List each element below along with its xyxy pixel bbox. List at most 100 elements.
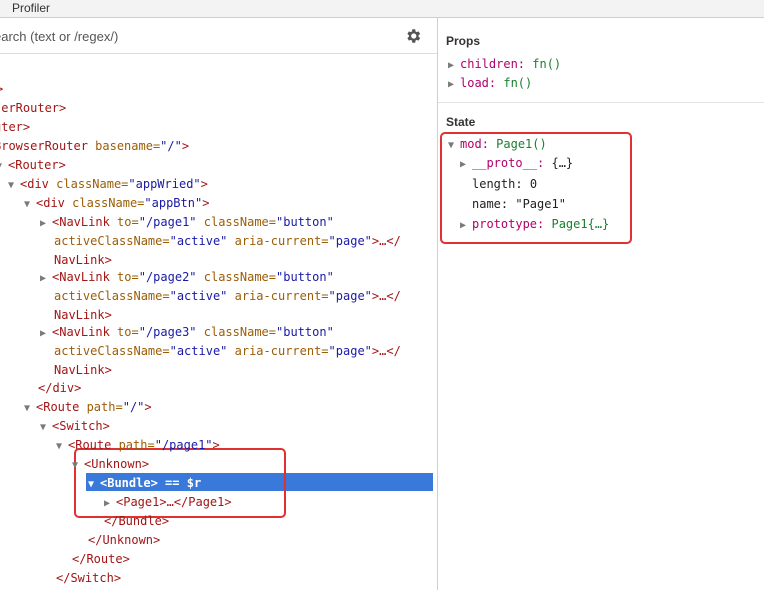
tag-name: BrowserRouter <box>0 139 88 153</box>
expand-arrow-icon[interactable]: ▶ <box>40 269 52 288</box>
tag-name: NavLink <box>54 253 105 267</box>
expand-arrow-icon[interactable]: ▶ <box>40 214 52 233</box>
tree-row[interactable]: ▼ <Unknown> <box>72 455 149 474</box>
tag-name: Bundle <box>107 476 151 490</box>
state-row-name: name: "Page1" <box>472 195 566 214</box>
tree-row[interactable]: activeClassName="active" aria-current="p… <box>54 342 401 361</box>
state-sep: : <box>537 217 552 231</box>
tree-row[interactable]: </Unknown> <box>88 531 160 550</box>
expand-arrow-icon[interactable]: ▶ <box>104 494 116 513</box>
tree-row[interactable]: ▶ <NavLink to="/page3" className="button" <box>40 323 334 342</box>
prop-row-children[interactable]: ▶ children: fn() <box>448 55 561 74</box>
state-row-mod[interactable]: ▼ mod: Page1() <box>448 135 547 154</box>
tag-bracket: </ <box>56 571 71 585</box>
tree-row[interactable]: > <box>0 80 3 99</box>
search-input[interactable] <box>0 27 374 45</box>
tag-close: > <box>153 533 161 547</box>
collapse-arrow-icon[interactable]: ▼ <box>72 456 84 475</box>
tag-name: NavLink <box>54 308 105 322</box>
tag-close: > <box>104 363 112 377</box>
state-sep: : <box>481 137 497 151</box>
collapse-arrow-icon[interactable]: ▼ <box>88 475 100 494</box>
collapse-arrow-icon[interactable]: ▼ <box>56 437 68 456</box>
tag-name: Route <box>43 400 80 414</box>
prop-value: fn() <box>532 57 562 71</box>
tree-row[interactable]: ▼ <Route path="/page1"> <box>56 436 220 455</box>
collapse-arrow-icon[interactable]: ▼ <box>24 399 36 418</box>
attr-value: "/page3" <box>138 325 197 339</box>
tag-name: Route <box>75 438 112 452</box>
state-row-proto[interactable]: ▶ __proto__: {…} <box>460 154 573 173</box>
tree-row[interactable]: ▼ <Switch> <box>40 417 110 436</box>
tag-close: > <box>144 400 152 414</box>
attr-name: className= <box>48 177 129 191</box>
tree-row[interactable]: </Switch> <box>56 569 121 588</box>
tab-profiler[interactable]: Profiler <box>12 0 50 16</box>
attr-name: path= <box>79 400 123 414</box>
expand-arrow-icon[interactable]: ▶ <box>460 155 472 174</box>
tree-row[interactable]: ▶ <NavLink to="/page2" className="button" <box>40 268 334 287</box>
tag-close: > <box>58 158 66 172</box>
state-key: mod <box>460 137 482 151</box>
tag-name: Switch <box>70 571 114 585</box>
tag-name: Switch <box>59 419 103 433</box>
attr-name: activeClassName= <box>54 344 170 358</box>
tree-row[interactable]: </Route> <box>72 550 130 569</box>
expand-arrow-icon[interactable]: ▶ <box>448 75 460 94</box>
attr-value: "page" <box>328 344 372 358</box>
tag-attributes: className="appWried" <box>49 177 201 191</box>
tree-row[interactable]: </Bundle> <box>104 512 169 531</box>
tag-close: > <box>22 120 31 134</box>
gear-icon[interactable] <box>404 27 422 45</box>
attr-value: "/page1" <box>154 438 213 452</box>
collapse-arrow-icon[interactable]: ▼ <box>448 136 460 155</box>
tree-row[interactable]: uter> <box>0 118 30 137</box>
tree-row[interactable]: NavLink> <box>54 361 112 380</box>
component-tree-pane: >serRouter>uter>BrowserRouter basename="… <box>0 18 437 590</box>
tree-row[interactable]: activeClassName="active" aria-current="p… <box>54 232 401 251</box>
tree-row[interactable]: ▼<Router> <box>0 156 66 175</box>
expand-arrow-icon[interactable]: ▶ <box>460 216 472 235</box>
attr-value: "active" <box>169 234 228 248</box>
tree-row[interactable]: ▶ <NavLink to="/page1" className="button" <box>40 213 334 232</box>
tree-row[interactable]: </div> <box>38 379 81 398</box>
tag-bracket: </ <box>104 514 119 528</box>
attr-name: aria-current= <box>227 289 329 303</box>
tree-row-selected[interactable]: ▼ <Bundle> == $r <box>88 474 201 493</box>
tag-close: > <box>122 552 130 566</box>
tree-row[interactable]: ▼ <div className="appBtn"> <box>24 194 209 213</box>
tag-bracket: </ <box>88 533 103 547</box>
tag-close: > <box>200 177 208 191</box>
tag-close: > == $r <box>150 476 202 490</box>
tag-close: > <box>102 419 110 433</box>
tag-name: uter <box>0 120 23 134</box>
attr-value: "active" <box>169 344 228 358</box>
tree-row[interactable]: serRouter> <box>0 99 66 118</box>
state-row-prototype[interactable]: ▶ prototype: Page1{…} <box>460 215 609 234</box>
prop-row-load[interactable]: ▶ load: fn() <box>448 74 532 93</box>
tree-row[interactable]: BrowserRouter basename="/"> <box>0 137 189 156</box>
tag-name: Unknown <box>102 533 154 547</box>
tree-row[interactable]: ▼ <Route path="/"> <box>24 398 152 417</box>
tag-close: > <box>59 101 67 115</box>
tag-attributes: basename="/" <box>88 139 182 153</box>
tag-name: Page1 <box>123 495 160 509</box>
tree-row[interactable]: activeClassName="active" aria-current="p… <box>54 287 401 306</box>
collapse-arrow-icon[interactable]: ▼ <box>8 176 20 195</box>
collapse-arrow-icon[interactable]: ▼ <box>40 418 52 437</box>
tag-close: > <box>113 571 122 585</box>
attr-value: "page" <box>328 289 372 303</box>
attr-name: className= <box>196 325 276 339</box>
tag-attributes: activeClassName="active" aria-current="p… <box>54 289 372 303</box>
expand-arrow-icon[interactable]: ▶ <box>448 56 460 75</box>
collapse-arrow-icon[interactable]: ▼ <box>0 157 8 176</box>
tag-attributes: to="/page2" className="button" <box>110 270 334 284</box>
tree-row[interactable]: ▶ <Page1>…</Page1> <box>104 493 232 512</box>
search-bar <box>0 18 437 54</box>
attr-value: "/" <box>160 139 182 153</box>
tag-attributes: to="/page1" className="button" <box>110 215 334 229</box>
collapse-arrow-icon[interactable]: ▼ <box>24 195 36 214</box>
tree-row[interactable]: ▼ <div className="appWried"> <box>8 175 208 194</box>
expand-arrow-icon[interactable]: ▶ <box>40 324 52 343</box>
tag-close: > <box>141 457 150 471</box>
